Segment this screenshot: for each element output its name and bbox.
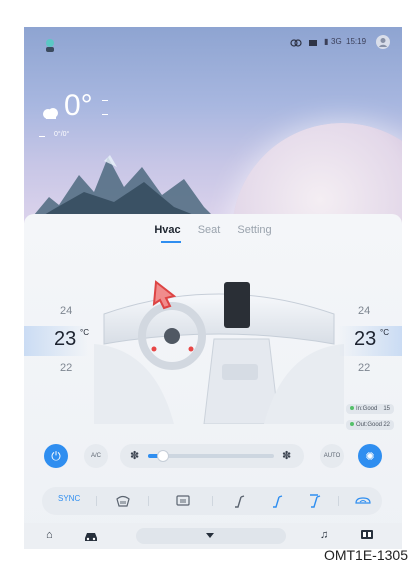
left-temp-current[interactable]: 23 [54, 328, 76, 351]
fan-speed-knob[interactable] [157, 450, 170, 462]
ac-button[interactable]: A/C [84, 444, 108, 468]
car-icon[interactable] [84, 530, 98, 542]
temp-dash [102, 100, 108, 101]
right-temp-lower[interactable]: 22 [358, 362, 370, 374]
figure-code: OMT1E-1305 [323, 547, 408, 563]
right-temp-current[interactable]: 23 [354, 328, 376, 351]
tab-seat[interactable]: Seat [198, 224, 221, 236]
right-temp-upper[interactable]: 24 [358, 305, 370, 317]
tab-setting[interactable]: Setting [237, 224, 271, 236]
tab-indicator [161, 241, 181, 243]
clock: 15:19 [346, 37, 367, 46]
auto-button[interactable]: AUTO [320, 444, 344, 468]
link-icon [290, 39, 302, 47]
dock-handle[interactable] [136, 528, 286, 544]
hero-background: ▮ 3G 15:19 0° 0°/0° [24, 27, 402, 223]
recirculation-icon[interactable] [354, 496, 372, 506]
outside-temperature: 0° [64, 89, 93, 122]
left-temp-unit: °C [80, 328, 89, 337]
sync-button[interactable]: SYNC [58, 494, 80, 503]
tab-bar: Hvac Seat Setting [24, 224, 402, 236]
screen: ▮ 3G 15:19 0° 0°/0° Hvac Seat Setting 24… [24, 27, 402, 549]
left-temp-upper[interactable]: 24 [60, 305, 72, 317]
fan-speed-slider[interactable] [148, 450, 274, 462]
profile-icon[interactable] [376, 35, 390, 49]
in-air-quality: In:Good 15 [346, 404, 394, 414]
avatar[interactable] [42, 37, 58, 53]
music-icon[interactable]: ♫ [320, 529, 328, 541]
divider [212, 496, 213, 506]
temp-dash [102, 114, 108, 115]
chevron-down-icon[interactable] [205, 532, 215, 540]
network-type: 3G [331, 37, 342, 46]
front-defrost-icon[interactable] [116, 495, 130, 507]
windshield-vent-icon[interactable] [308, 493, 322, 509]
dock: ⌂ ♫ [24, 523, 402, 549]
storage-icon [309, 40, 317, 46]
fan-low-icon[interactable]: ✽ [130, 449, 139, 462]
home-icon[interactable]: ⌂ [46, 529, 53, 541]
signal-icon: ▮ [324, 37, 329, 46]
seat-vent-feet-icon[interactable] [270, 493, 284, 509]
fan-speed-control[interactable]: ✽ ✽ [120, 444, 304, 468]
purifier-icon[interactable]: ✺ [358, 444, 382, 468]
left-temp-lower[interactable]: 22 [60, 362, 72, 374]
function-bar: SYNC [42, 487, 382, 515]
mountains [27, 155, 220, 223]
hvac-panel: Hvac Seat Setting 24 23 °C 22 24 23 °C 2… [24, 214, 402, 549]
car-interior-image [94, 280, 344, 424]
temp-range: 0°/0° [54, 131, 70, 138]
apps-icon[interactable] [360, 529, 374, 543]
power-button[interactable]: ⏻ [44, 444, 68, 468]
out-air-quality: Out:Good 22 [346, 420, 394, 430]
right-temp-unit: °C [380, 328, 389, 337]
rear-defrost-icon[interactable] [176, 495, 190, 507]
divider [96, 496, 97, 506]
divider [338, 496, 339, 506]
temp-dash [39, 136, 45, 137]
seat-vent-face-icon[interactable] [232, 493, 246, 509]
divider [148, 496, 149, 506]
tab-hvac[interactable]: Hvac [154, 224, 180, 236]
fan-high-icon[interactable]: ✽ [282, 449, 291, 462]
cloud-icon [43, 108, 58, 119]
